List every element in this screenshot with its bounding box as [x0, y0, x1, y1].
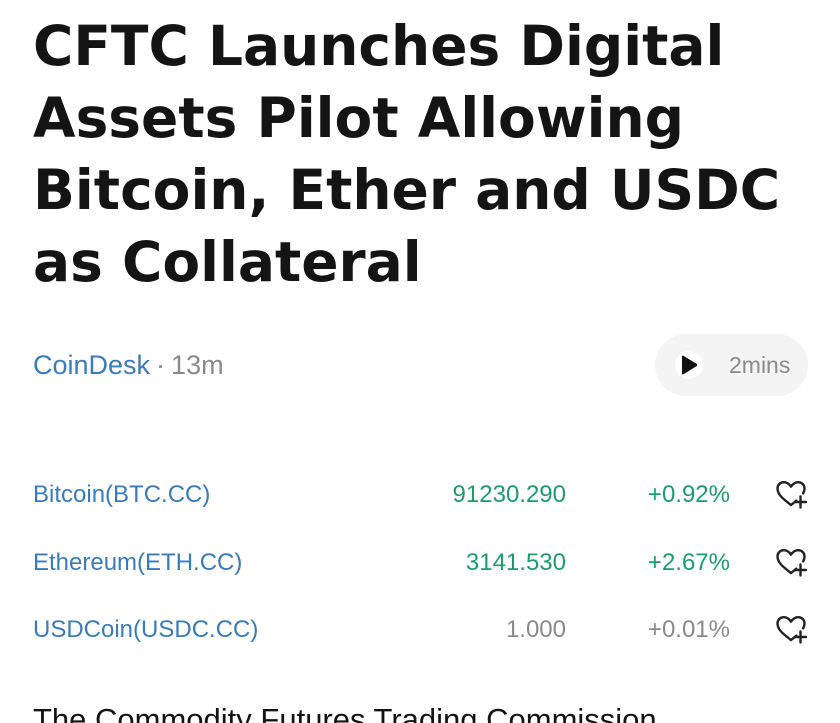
ticker-change: +0.92%	[647, 481, 730, 508]
article-meta: CoinDesk · 13m	[33, 347, 224, 383]
ticker-price: 91230.290	[452, 481, 566, 508]
article-body-paragraph: The Commodity Futures Trading Commission	[33, 702, 657, 723]
ticker-change: +2.67%	[647, 548, 730, 576]
listen-button[interactable]: 2mins	[655, 334, 808, 396]
source-link[interactable]: CoinDesk	[33, 350, 150, 381]
heart-plus-icon[interactable]	[774, 613, 808, 647]
related-tickers-list: Bitcoin(BTC.CC) 91230.290 +0.92% Ethereu…	[0, 461, 840, 664]
ticker-row-usdc[interactable]: USDCoin(USDC.CC) 1.000 +0.01%	[0, 596, 840, 664]
play-icon	[675, 351, 703, 379]
ticker-price: 1.000	[505, 616, 566, 643]
heart-plus-icon[interactable]	[774, 546, 808, 580]
ticker-name[interactable]: USDCoin(USDC.CC)	[33, 596, 258, 663]
ticker-name[interactable]: Ethereum(ETH.CC)	[33, 529, 242, 596]
ticker-row-eth[interactable]: Ethereum(ETH.CC) 3141.530 +2.67%	[0, 529, 840, 597]
article-headline: CFTC Launches Digital Assets Pilot Allow…	[33, 14, 781, 294]
listen-duration: 2mins	[729, 351, 791, 378]
ticker-change: +0.01%	[647, 616, 730, 643]
ticker-name[interactable]: Bitcoin(BTC.CC)	[33, 461, 210, 528]
heart-plus-icon[interactable]	[774, 478, 808, 512]
ticker-price: 3141.530	[465, 548, 566, 576]
meta-separator: ·	[156, 349, 166, 380]
ticker-row-btc[interactable]: Bitcoin(BTC.CC) 91230.290 +0.92%	[0, 461, 840, 529]
publish-time: 13m	[171, 349, 224, 380]
